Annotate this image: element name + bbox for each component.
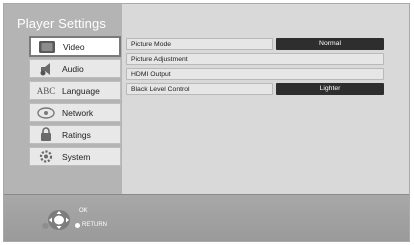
setting-black-level-control[interactable]: Black Level Control Lighter [126, 83, 384, 95]
return-button-icon [75, 222, 80, 228]
remote-dpad-icon [42, 208, 76, 232]
sidebar: Player Settings Video Audio ABC Language [4, 4, 122, 194]
audio-icon [36, 61, 56, 76]
network-icon [36, 105, 56, 120]
return-hint-label: RETURN [82, 222, 107, 228]
setting-picture-adjustment[interactable]: Picture Adjustment [126, 53, 384, 65]
system-icon [36, 149, 56, 164]
sidebar-item-label: Video [63, 41, 85, 52]
setting-value: Lighter [276, 83, 384, 95]
setting-hdmi-output[interactable]: HDMI Output [126, 68, 384, 80]
video-icon [37, 39, 57, 54]
page-title: Player Settings [17, 16, 106, 31]
return-hint: RETURN [75, 222, 107, 228]
settings-menu: Video Audio ABC Language Network Ratings… [29, 36, 121, 169]
sidebar-item-audio[interactable]: Audio [29, 59, 121, 78]
sidebar-item-language[interactable]: ABC Language [29, 81, 121, 100]
language-icon: ABC [36, 85, 56, 96]
sidebar-item-label: Language [62, 85, 100, 96]
sidebar-item-label: System [62, 151, 91, 162]
setting-picture-mode[interactable]: Picture Mode Normal [126, 38, 384, 50]
control-hint-bar [4, 194, 409, 241]
ratings-icon [36, 127, 56, 142]
sidebar-item-network[interactable]: Network [29, 103, 121, 122]
setting-value: Normal [276, 38, 384, 50]
setting-label: Picture Adjustment [126, 53, 384, 65]
sidebar-item-ratings[interactable]: Ratings [29, 125, 121, 144]
sidebar-item-label: Ratings [62, 129, 91, 140]
setting-label: HDMI Output [126, 68, 384, 80]
sidebar-item-system[interactable]: System [29, 147, 121, 166]
setting-label: Picture Mode [126, 38, 273, 50]
sidebar-item-label: Audio [62, 63, 84, 74]
settings-panel: Picture Mode Normal Picture Adjustment H… [122, 4, 409, 194]
sidebar-item-video[interactable]: Video [29, 36, 121, 57]
ok-hint: OK [79, 208, 88, 214]
setting-label: Black Level Control [126, 83, 273, 95]
sidebar-item-label: Network [62, 107, 94, 118]
player-settings-screen: Player Settings Video Audio ABC Language [3, 3, 410, 242]
